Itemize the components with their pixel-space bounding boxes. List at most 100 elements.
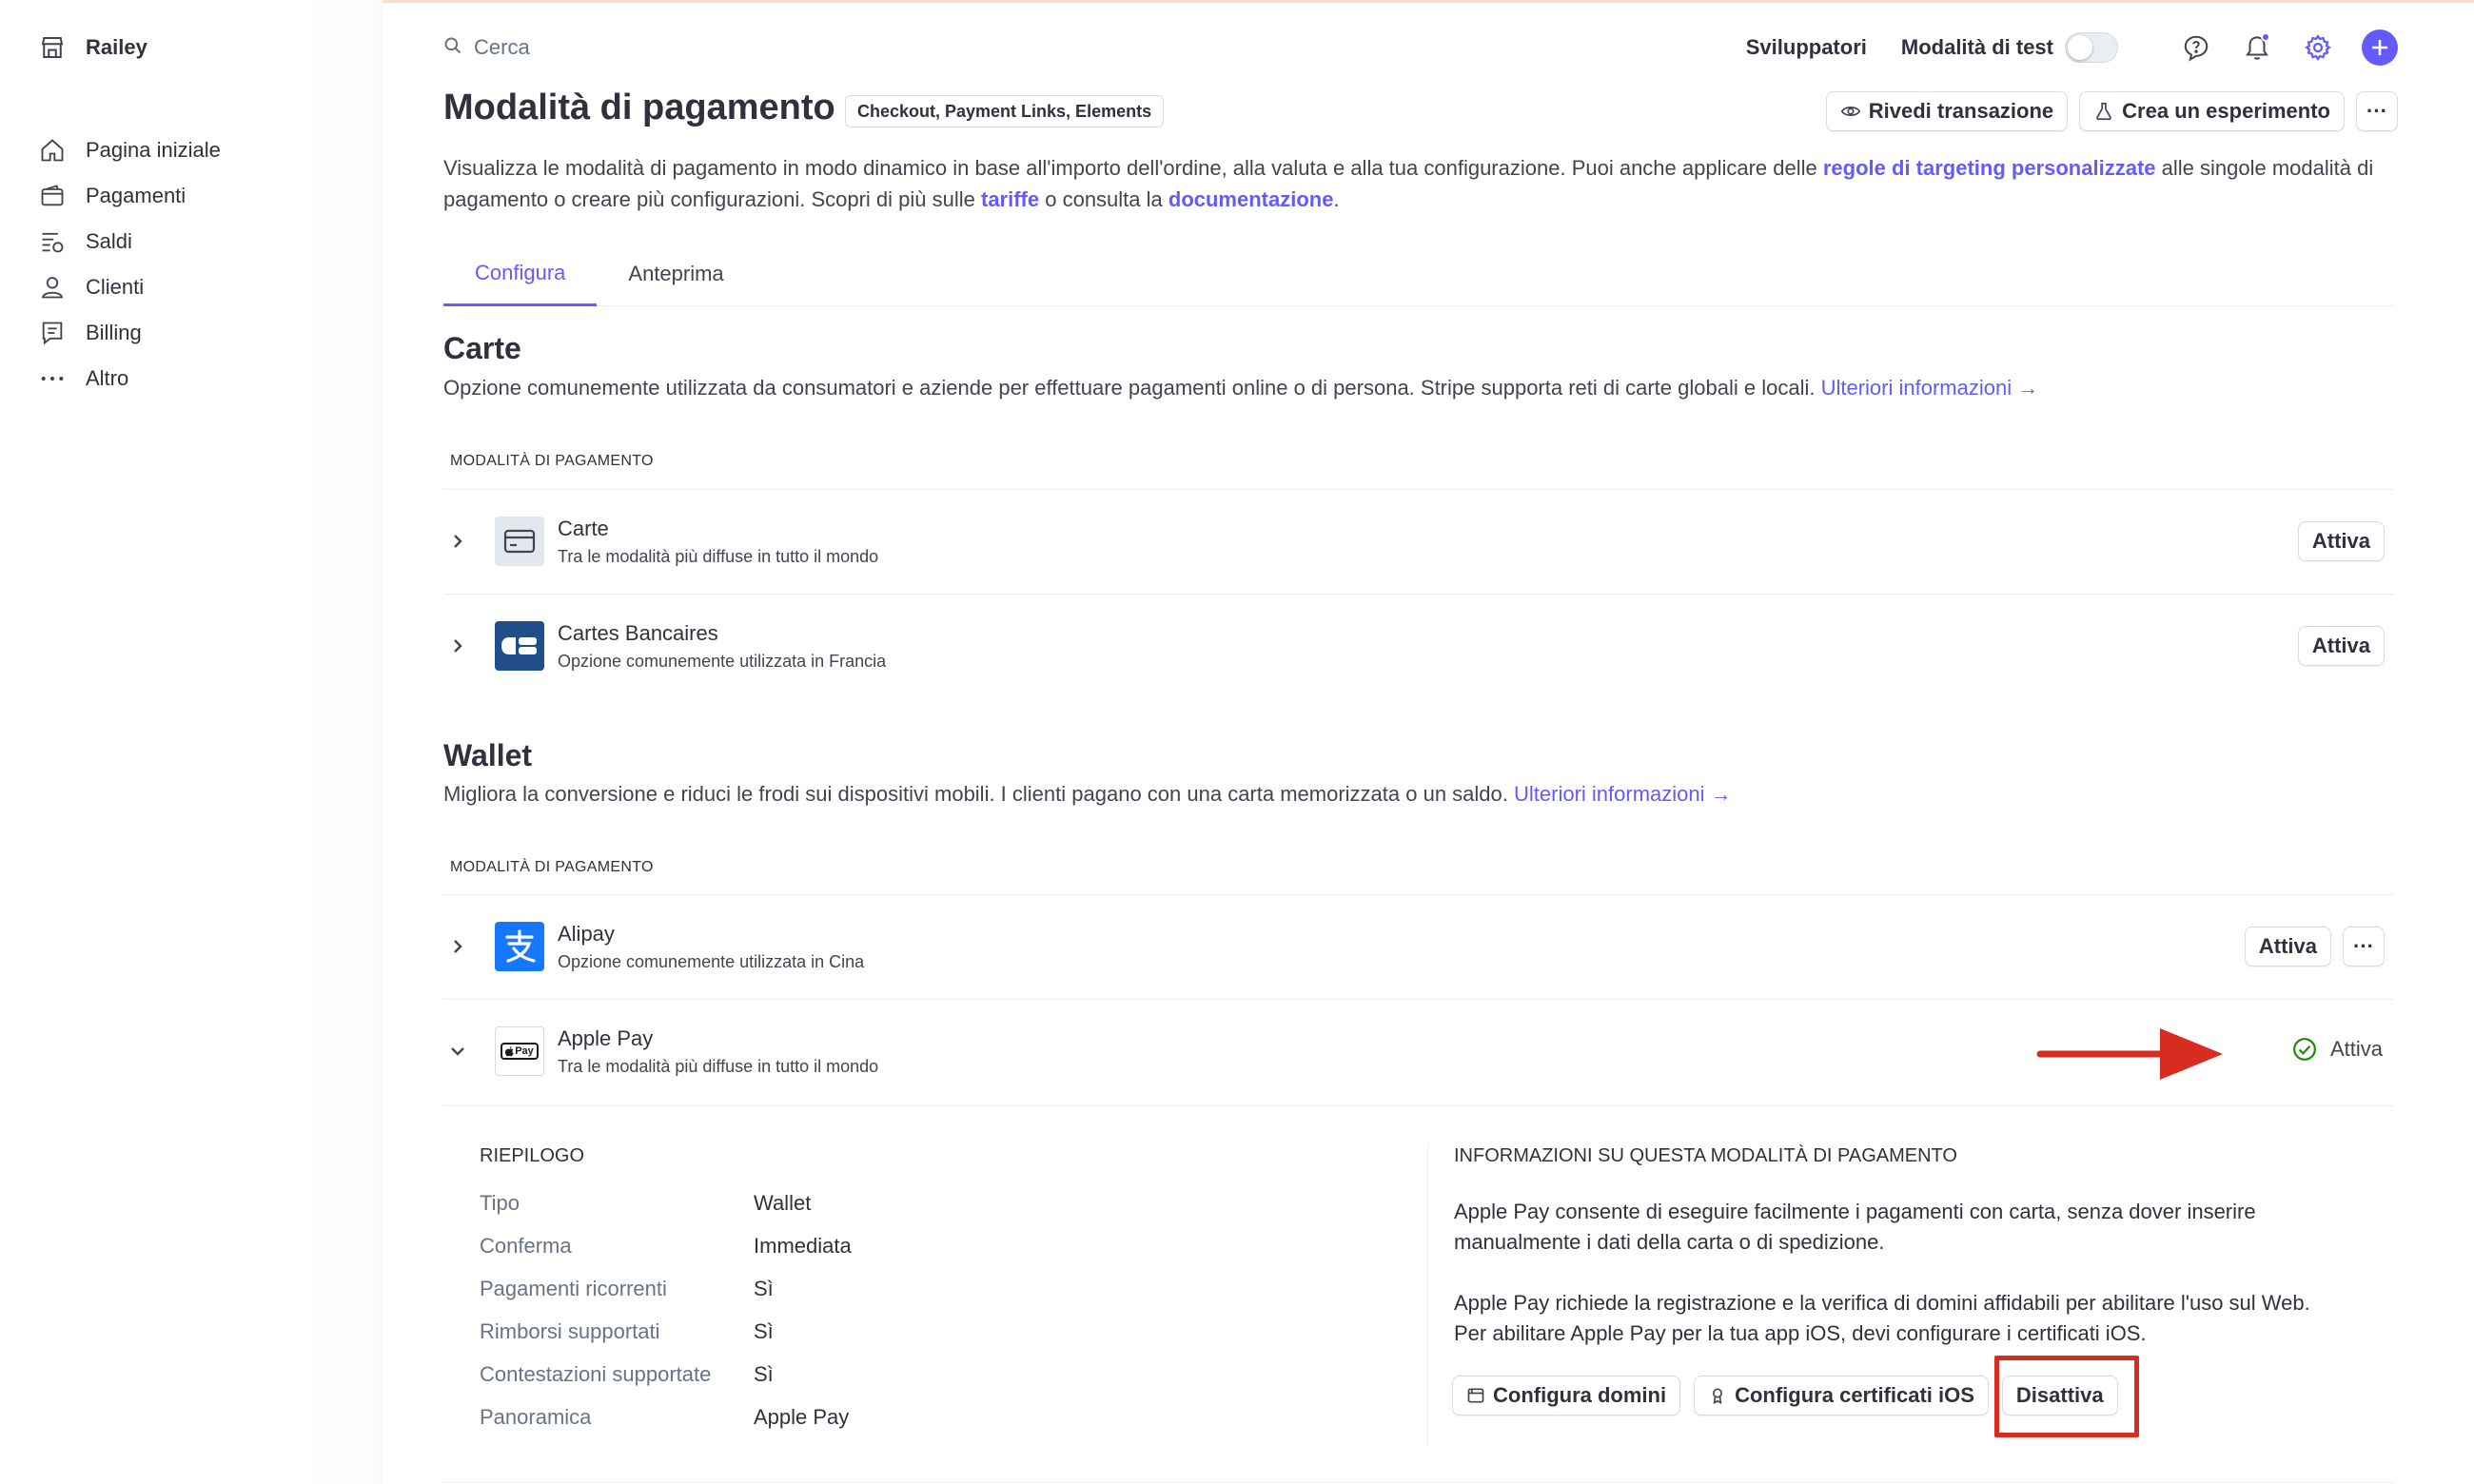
tab-bar: Configura Anteprima — [443, 242, 2394, 306]
sidebar-item-billing[interactable]: Billing — [38, 310, 221, 356]
info-paragraph: Apple Pay consente di eseguire facilment… — [1454, 1200, 2256, 1254]
divider — [443, 1482, 2394, 1483]
apple-pay-logo-icon: Pay — [495, 1026, 544, 1076]
wallet-section-title: Wallet — [443, 738, 533, 772]
column-header: MODALITÀ DI PAGAMENTO — [450, 859, 654, 875]
payment-method-subtitle: Opzione comunemente utilizzata in Franci… — [558, 651, 887, 671]
check-circle-icon — [2293, 1038, 2316, 1061]
sidebar-item-home[interactable]: Pagina iniziale — [38, 127, 221, 173]
payment-method-subtitle: Tra le modalità più diffuse in tutto il … — [558, 546, 879, 566]
payment-method-info: Carte Tra le modalità più diffuse in tut… — [558, 517, 878, 567]
type-wallet-link[interactable]: Wallet — [754, 1191, 811, 1216]
create-button[interactable] — [2362, 29, 2398, 66]
test-mode-toggle[interactable] — [2065, 32, 2118, 63]
sidebar-item-balances[interactable]: Saldi — [38, 219, 221, 264]
tab-configure[interactable]: Configura — [443, 242, 598, 306]
wallet-section-description: Migliora la conversione e riduci le frod… — [443, 782, 1732, 807]
chevron-right-icon[interactable] — [447, 936, 468, 957]
summary-value: Sì — [754, 1319, 774, 1343]
status-text: Attiva — [2329, 1037, 2383, 1061]
activate-alipay-button[interactable]: Attiva — [2244, 927, 2331, 967]
payment-method-name: Alipay — [558, 921, 615, 946]
notifications-icon[interactable] — [2240, 30, 2274, 65]
wallet-icon — [38, 182, 67, 210]
toggle-knob — [2068, 35, 2092, 60]
row-actions: Attiva — [2287, 521, 2385, 561]
cards-desc-text: Opzione comunemente utilizzata da consum… — [443, 376, 1816, 400]
search-placeholder: Cerca — [474, 35, 530, 59]
tab-preview[interactable]: Anteprima — [597, 242, 755, 306]
sidebar-nav: Pagina iniziale Pagamenti Saldi Clienti … — [38, 127, 221, 401]
wallet-desc-text: Migliora la conversione e riduci le frod… — [443, 782, 1508, 806]
create-experiment-button[interactable]: Crea un esperimento — [2079, 91, 2345, 131]
sidebar-item-label: Clienti — [86, 275, 145, 299]
integrations-badge: Checkout, Payment Links, Elements — [845, 95, 1165, 127]
account-name: Railey — [86, 35, 147, 59]
cards-learn-more-link[interactable]: Ulteriori informazioni → — [1821, 376, 2039, 400]
account-switcher[interactable]: Railey — [38, 30, 147, 65]
search-icon — [443, 36, 462, 60]
top-actions: Sviluppatori Modalità di test — [1746, 25, 2398, 70]
activate-cartes-bancaires-button[interactable]: Attiva — [2297, 626, 2385, 666]
payment-method-row-cards: Carte Tra le modalità più diffuse in tut… — [443, 489, 2394, 594]
chevron-down-icon[interactable] — [447, 1041, 468, 1062]
chevron-right-icon[interactable] — [447, 531, 468, 552]
cards-section-description: Opzione comunemente utilizzata da consum… — [443, 376, 2038, 400]
developers-link[interactable]: Sviluppatori — [1746, 35, 1867, 60]
apple-pay-logo-text: Pay — [515, 1045, 534, 1057]
desc-text: o consulta la — [1039, 187, 1168, 211]
sidebar-item-customers[interactable]: Clienti — [38, 264, 221, 310]
cards-section-title: Carte — [443, 331, 521, 365]
user-icon — [38, 273, 67, 302]
overview-apple-pay-link[interactable]: Apple Pay — [754, 1405, 849, 1430]
summary-heading: RIEPILOGO — [480, 1145, 585, 1166]
sidebar-item-label: Saldi — [86, 229, 132, 253]
chevron-right-icon[interactable] — [447, 635, 468, 656]
search-input[interactable]: Cerca — [443, 29, 530, 67]
home-icon — [38, 136, 67, 165]
info-paragraph: Apple Pay richiede la registrazione e la… — [1454, 1291, 2310, 1345]
column-header: MODALITÀ DI PAGAMENTO — [450, 453, 654, 469]
flask-icon — [2096, 102, 2112, 121]
configure-domains-label: Configura domini — [1493, 1383, 1667, 1407]
review-transaction-button[interactable]: Rivedi transazione — [1825, 91, 2069, 131]
gear-icon[interactable] — [2301, 30, 2335, 65]
summary-value: Sì — [754, 1362, 774, 1386]
documentation-link[interactable]: documentazione — [1168, 187, 1334, 211]
configure-domains-button[interactable]: Configura domini — [1452, 1376, 1681, 1416]
summary-key: Panoramica — [480, 1405, 592, 1429]
page-description: Visualizza le modalità di pagamento in m… — [443, 152, 2404, 215]
summary-key: Pagamenti ricorrenti — [480, 1277, 667, 1300]
payment-method-subtitle: Opzione comunemente utilizzata in Cina — [558, 951, 865, 971]
configure-ios-label: Configura certificati iOS — [1735, 1383, 1974, 1407]
pricing-link[interactable]: tariffe — [981, 187, 1039, 211]
cartes-bancaires-logo-icon — [495, 621, 544, 671]
activate-cards-button[interactable]: Attiva — [2297, 521, 2385, 561]
wallet-learn-more-link[interactable]: Ulteriori informazioni → — [1514, 782, 1732, 806]
more-actions-button[interactable]: ··· — [2356, 91, 2398, 131]
alipay-more-button[interactable]: ··· — [2343, 927, 2385, 967]
card-icon — [495, 517, 544, 566]
annotation-arrow-icon — [2036, 1028, 2223, 1080]
billing-icon — [38, 319, 67, 347]
alipay-logo-icon — [495, 922, 544, 971]
targeting-rules-link[interactable]: regole di targeting personalizzate — [1823, 156, 2156, 180]
sidebar-item-label: Pagamenti — [86, 184, 187, 207]
summary-key: Rimborsi supportati — [480, 1319, 660, 1343]
test-mode-label: Modalità di test — [1900, 35, 2053, 59]
desc-text: Visualizza le modalità di pagamento in m… — [443, 156, 1823, 180]
summary-key: Contestazioni supportate — [480, 1362, 712, 1386]
summary-value: Immediata — [754, 1234, 852, 1258]
payment-method-info: Cartes Bancaires Opzione comunemente uti… — [558, 621, 886, 672]
payment-method-info: Alipay Opzione comunemente utilizzata in… — [558, 922, 864, 972]
sidebar-item-more[interactable]: Altro — [38, 356, 221, 401]
summary-key: Conferma — [480, 1234, 572, 1258]
test-mode-control: Modalità di test — [1901, 32, 2118, 63]
help-icon[interactable] — [2179, 30, 2213, 65]
page-title: Modalità di pagamento — [443, 88, 835, 127]
store-icon — [38, 33, 67, 62]
apple-pay-details: RIEPILOGO Tipo Wallet Conferma Immediata… — [443, 1107, 2394, 1484]
disable-apple-pay-button[interactable]: Disattiva — [2001, 1376, 2118, 1416]
sidebar-item-payments[interactable]: Pagamenti — [38, 173, 221, 219]
configure-ios-certificates-button[interactable]: Configura certificati iOS — [1694, 1376, 1989, 1416]
